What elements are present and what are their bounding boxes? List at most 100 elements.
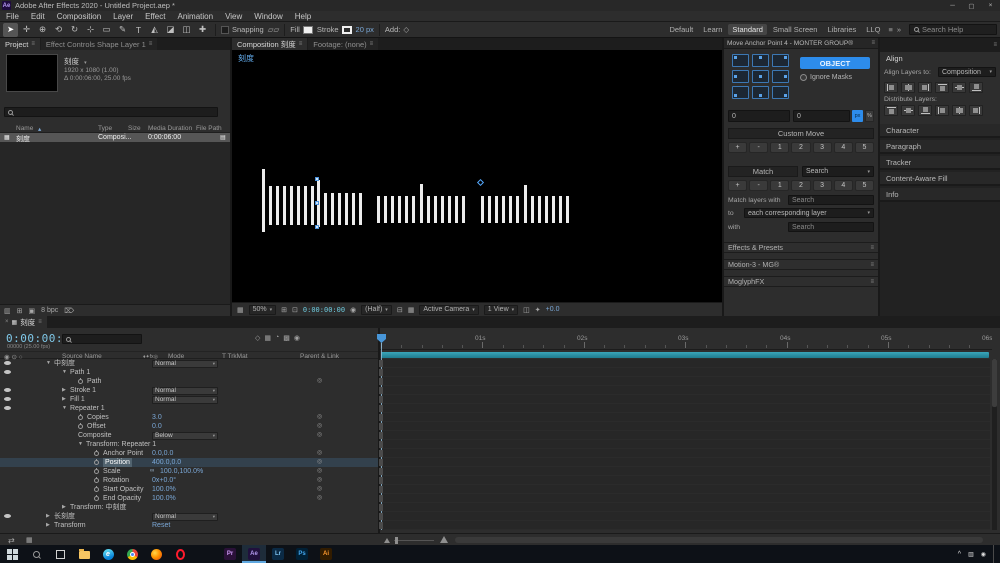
panel-tab-paragraph[interactable]: Paragraph bbox=[880, 140, 1000, 154]
timeline-row-composite[interactable]: CompositeBelow▾◎ bbox=[0, 431, 378, 440]
twirl-open-icon[interactable]: ▼ bbox=[78, 441, 83, 447]
property-label[interactable]: 长刻度 bbox=[54, 512, 75, 521]
timeline-ruler[interactable]: 01s02s03s04s05s06s bbox=[380, 334, 992, 350]
show-desktop-button[interactable] bbox=[993, 545, 996, 563]
view-layout-dropdown[interactable]: 1 View▾ bbox=[484, 305, 518, 315]
match-button[interactable]: Match bbox=[728, 166, 798, 177]
visibility-eye-icon[interactable] bbox=[4, 388, 11, 392]
menu-file[interactable]: File bbox=[0, 12, 25, 21]
motion-blur-icon[interactable]: ◉ bbox=[294, 334, 300, 342]
region-of-interest-icon[interactable]: ⊟ bbox=[397, 306, 403, 314]
property-label[interactable]: Path bbox=[87, 377, 101, 386]
grid-guides-icon[interactable]: ⊞ bbox=[281, 306, 287, 314]
timeline-row-中刻度[interactable]: ▼中刻度Normal▾ bbox=[0, 359, 378, 368]
pixel-aspect-icon[interactable]: ◫ bbox=[523, 306, 530, 314]
panel-menu-icon[interactable]: ≡ bbox=[871, 40, 875, 46]
blend-mode-dropdown[interactable]: Normal▾ bbox=[152, 387, 218, 395]
timeline-row-fill-1[interactable]: ▶Fill 1Normal▾ bbox=[0, 395, 378, 404]
panel-menu-icon[interactable]: ≡ bbox=[38, 319, 42, 325]
twirl-closed-icon[interactable]: ▶ bbox=[62, 396, 66, 402]
align-bottom-button[interactable] bbox=[969, 82, 983, 93]
timeline-horizontal-scrollbar[interactable] bbox=[455, 537, 983, 543]
align-left-button[interactable] bbox=[884, 82, 898, 93]
workspace-libraries[interactable]: Libraries bbox=[823, 24, 860, 35]
anchor-bottom-center-button[interactable] bbox=[752, 86, 769, 99]
twirl-closed-icon[interactable]: ▶ bbox=[46, 513, 50, 519]
visibility-eye-icon[interactable] bbox=[4, 370, 11, 374]
tray-network-icon[interactable]: ▥ bbox=[968, 551, 974, 558]
help-search-input[interactable]: Search Help bbox=[909, 24, 997, 35]
workspace-default[interactable]: Default bbox=[665, 24, 697, 35]
tab-project[interactable]: Project≡ bbox=[0, 38, 40, 50]
twirl-closed-icon[interactable]: ▶ bbox=[46, 522, 50, 528]
match-plus-button[interactable]: + bbox=[728, 180, 747, 191]
timeline-row-start-opacity[interactable]: Start Opacity100.0%◎ bbox=[0, 485, 378, 494]
puppet-pin-tool[interactable]: ✚ bbox=[195, 23, 210, 37]
anchor-y-input[interactable]: 0 bbox=[793, 110, 850, 122]
opera-browser[interactable] bbox=[168, 545, 192, 563]
file-explorer[interactable] bbox=[72, 545, 96, 563]
project-row-composition[interactable]: ▦ 刻度 Composi... 0:00:06:00 ▤ bbox=[0, 133, 230, 142]
property-label[interactable]: Position bbox=[103, 458, 132, 467]
timeline-row-path-1[interactable]: ▼Path 1 bbox=[0, 368, 378, 377]
layer-duration-bar[interactable] bbox=[381, 352, 989, 358]
workspace-learn[interactable]: Learn bbox=[699, 24, 726, 35]
timeline-track-area[interactable] bbox=[380, 359, 990, 530]
photoshop[interactable]: Ps bbox=[290, 545, 314, 563]
timeline-row-rotation[interactable]: Rotation0x+0.0°◎ bbox=[0, 476, 378, 485]
after-effects[interactable]: Ae bbox=[242, 545, 266, 563]
close-icon[interactable]: × bbox=[5, 319, 9, 325]
fill-label[interactable]: Fill bbox=[290, 25, 300, 34]
property-label[interactable]: 中刻度 bbox=[54, 359, 75, 368]
stopwatch-icon[interactable] bbox=[78, 379, 83, 384]
timeline-search-input[interactable] bbox=[62, 334, 142, 344]
ignore-masks-toggle[interactable]: Ignore Masks bbox=[800, 74, 852, 81]
workspace-menu-icon[interactable]: ≡ bbox=[888, 25, 892, 34]
pickwhip-icon[interactable]: ◎ bbox=[317, 476, 322, 485]
pan-behind-anchor-tool[interactable]: ⊹ bbox=[83, 23, 98, 37]
pickwhip-icon[interactable]: ◎ bbox=[317, 485, 322, 494]
stopwatch-icon[interactable] bbox=[94, 451, 99, 456]
tab-footage-none-[interactable]: Footage: (none)≡ bbox=[308, 38, 378, 50]
selection-tool[interactable]: ➤ bbox=[3, 23, 18, 37]
stopwatch-icon[interactable] bbox=[94, 478, 99, 483]
hand-tool[interactable]: ✛ bbox=[19, 23, 34, 37]
property-label[interactable]: End Opacity bbox=[103, 494, 141, 503]
project-search-input[interactable] bbox=[4, 107, 218, 117]
anchor-top-center-button[interactable] bbox=[752, 54, 769, 67]
panel-menu-icon[interactable]: ≡ bbox=[149, 41, 153, 47]
match-4-button[interactable]: 4 bbox=[834, 180, 853, 191]
menu-view[interactable]: View bbox=[219, 12, 248, 21]
fill-swatch[interactable] bbox=[303, 26, 313, 34]
unit-percent-button[interactable]: % bbox=[865, 110, 874, 122]
tab-effect-controls-shape-layer-1[interactable]: Effect Controls Shape Layer 1≡ bbox=[41, 38, 157, 50]
resolution-dropdown[interactable]: (Half)▾ bbox=[361, 305, 392, 315]
firefox-browser[interactable] bbox=[144, 545, 168, 563]
pen-tool[interactable]: ✎ bbox=[115, 23, 130, 37]
timeline-vertical-scrollbar[interactable] bbox=[992, 359, 997, 530]
workspace-small-screen[interactable]: Small Screen bbox=[769, 24, 822, 35]
zoom-slider-handle[interactable] bbox=[395, 537, 398, 544]
match-search-dropdown[interactable]: Search▾ bbox=[802, 166, 874, 177]
edge-browser[interactable]: e bbox=[96, 545, 120, 563]
custom-move-1-button[interactable]: 1 bbox=[770, 142, 789, 153]
anchor-x-input[interactable]: 0 bbox=[728, 110, 790, 122]
with-search-input[interactable]: Search bbox=[788, 222, 874, 232]
tray-volume-icon[interactable]: ◉ bbox=[981, 551, 986, 558]
menu-composition[interactable]: Composition bbox=[51, 12, 107, 21]
tray-chevron-up-icon[interactable]: ^ bbox=[958, 551, 961, 558]
selection-handle[interactable] bbox=[315, 201, 319, 205]
anchor-bottom-left-button[interactable] bbox=[732, 86, 749, 99]
custom-move-minus-button[interactable]: - bbox=[749, 142, 768, 153]
match-3-button[interactable]: 3 bbox=[813, 180, 832, 191]
visibility-eye-icon[interactable] bbox=[4, 361, 11, 365]
zoom-in-icon[interactable] bbox=[440, 536, 448, 543]
distribute-center-horizontal-button[interactable] bbox=[952, 105, 966, 116]
anchor-middle-right-button[interactable] bbox=[772, 70, 789, 83]
stopwatch-icon[interactable] bbox=[94, 487, 99, 492]
timeline-row-copies[interactable]: Copies3.0◎ bbox=[0, 413, 378, 422]
toggle-switches-modes-icon[interactable]: ⇄ bbox=[8, 536, 15, 545]
panel-menu-icon[interactable]: ≡ bbox=[993, 42, 997, 48]
selection-handle[interactable] bbox=[315, 225, 319, 229]
to-target-dropdown[interactable]: each corresponding layer▾ bbox=[744, 208, 874, 218]
